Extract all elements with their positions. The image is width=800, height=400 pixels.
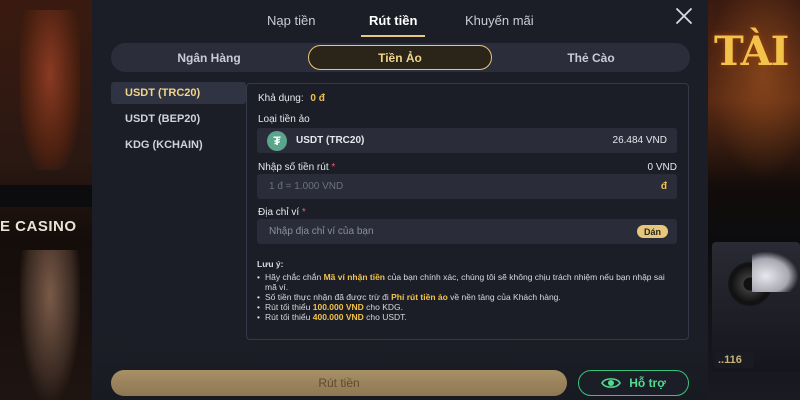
balance-row: Khả dụng: 0 đ <box>258 93 325 104</box>
amount-label-row: Nhập số tiền rút * <box>258 162 335 173</box>
note-highlight: Phí rút tiền ảo <box>391 292 448 302</box>
tether-icon: ₮ <box>267 130 287 151</box>
network-item-usdt-trc20[interactable]: USDT (TRC20) <box>111 82 246 104</box>
note-highlight: 100.000 VND <box>312 302 364 312</box>
method-segmented-control: Ngân Hàng Tiền Ảo Thẻ Cào <box>111 43 690 72</box>
tab-promotions-label: Khuyến mãi <box>465 13 534 28</box>
tab-deposit-label: Nạp tiền <box>267 13 316 28</box>
support-button[interactable]: Hỗ trợ <box>578 370 689 396</box>
notes-section: Lưu ý: Hãy chắc chắn Mã ví nhận tiền của… <box>257 259 677 322</box>
segment-crypto[interactable]: Tiền Ảo <box>308 45 492 70</box>
withdraw-button[interactable]: Rút tiền <box>111 370 567 396</box>
amount-unit: đ <box>660 181 667 192</box>
background-casino-text: E CASINO <box>0 218 77 235</box>
background-wing-icon <box>752 252 798 292</box>
close-icon[interactable] <box>674 6 694 26</box>
note-item: Số tiền thực nhận đã được trừ đi Phí rút… <box>257 292 677 302</box>
note-text: Rút tối thiểu <box>265 302 313 312</box>
background-left-scenery: E CASINO <box>0 0 92 400</box>
note-text: Rút tối thiểu <box>265 312 313 322</box>
crypto-network-list: USDT (TRC20) USDT (BEP20) KDG (KCHAIN) <box>111 82 246 160</box>
address-label-row: Địa chỉ ví * <box>258 207 306 218</box>
segment-crypto-label: Tiền Ảo <box>378 50 422 65</box>
amount-label: Nhập số tiền rút <box>258 162 329 173</box>
segment-bank[interactable]: Ngân Hàng <box>115 45 303 70</box>
note-highlight: 400.000 VND <box>312 312 364 322</box>
top-tabs: Nạp tiền Rút tiền Khuyến mãi <box>92 0 708 40</box>
notes-title: Lưu ý: <box>257 259 284 269</box>
note-text: Số tiền thực nhận đã được trừ đi <box>265 292 392 302</box>
note-text: cho KDG. <box>363 302 403 312</box>
background-glow <box>708 0 800 180</box>
amount-input[interactable]: 1 đ = 1.000 VND đ <box>257 174 677 199</box>
coin-rate: 26.484 VND <box>612 135 667 146</box>
required-mark: * <box>331 162 336 173</box>
amount-placeholder: 1 đ = 1.000 VND <box>269 181 344 192</box>
balance-label: Khả dụng: <box>258 93 304 104</box>
background-number: ..116 <box>714 352 754 368</box>
segment-card[interactable]: Thẻ Cào <box>497 45 685 70</box>
wallet-address-input[interactable]: Nhập địa chỉ ví của bạn Dán <box>257 219 677 244</box>
note-item: Rút tối thiểu 100.000 VND cho KDG. <box>257 302 677 312</box>
coin-name: USDT (TRC20) <box>296 135 365 146</box>
network-item-label: USDT (BEP20) <box>125 113 201 125</box>
tab-deposit[interactable]: Nạp tiền <box>267 13 315 28</box>
network-item-usdt-bep20[interactable]: USDT (BEP20) <box>111 108 246 130</box>
balance-value: 0 đ <box>310 93 325 104</box>
amount-converted: 0 VND <box>647 162 677 173</box>
note-item: Hãy chắc chắn Mã ví nhận tiền của bạn ch… <box>257 272 677 292</box>
note-item: Rút tối thiểu 400.000 VND cho USDT. <box>257 312 677 322</box>
segment-card-label: Thẻ Cào <box>567 50 615 65</box>
network-item-label: USDT (TRC20) <box>125 87 201 99</box>
background-character-top <box>20 10 80 170</box>
eye-support-icon <box>601 378 622 388</box>
address-placeholder: Nhập địa chỉ ví của bạn <box>269 226 374 237</box>
note-text: về nền tảng của Khách hàng. <box>447 292 561 302</box>
tab-withdraw-label: Rút tiền <box>369 13 418 28</box>
withdraw-form-panel: Khả dụng: 0 đ Loại tiền ảo ₮ USDT (TRC20… <box>246 83 689 340</box>
tab-promotions[interactable]: Khuyến mãi <box>465 13 534 28</box>
coin-type-label: Loại tiền ảo <box>258 114 310 125</box>
coin-type-select[interactable]: ₮ USDT (TRC20) 26.484 VND <box>257 128 677 153</box>
address-label: Địa chỉ ví <box>258 207 300 218</box>
required-mark: * <box>301 207 306 218</box>
segment-bank-label: Ngân Hàng <box>177 50 241 65</box>
background-right-scenery: TÀI ..116 <box>708 0 800 400</box>
withdraw-button-label: Rút tiền <box>318 376 360 390</box>
support-button-label: Hỗ trợ <box>629 376 666 390</box>
network-item-label: KDG (KCHAIN) <box>125 139 203 151</box>
note-highlight: Mã ví nhận tiền <box>323 272 385 282</box>
background-tai-text: TÀI <box>714 28 789 75</box>
network-item-kdg-kchain[interactable]: KDG (KCHAIN) <box>111 134 246 156</box>
note-text: Hãy chắc chắn <box>265 272 324 282</box>
background-character-bottom <box>20 250 80 400</box>
withdraw-modal: Nạp tiền Rút tiền Khuyến mãi Ngân Hàng T… <box>92 0 708 400</box>
background-band <box>0 185 92 207</box>
active-tab-underline <box>361 35 426 37</box>
paste-button[interactable]: Dán <box>636 225 668 238</box>
note-text: cho USDT. <box>363 312 407 322</box>
tab-withdraw[interactable]: Rút tiền <box>361 13 426 37</box>
